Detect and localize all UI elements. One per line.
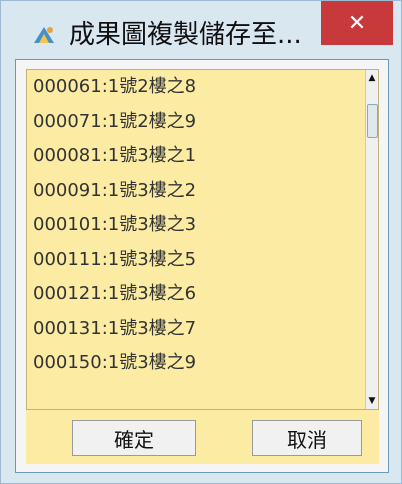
list-item[interactable]: 000101:1號3樓之3 bbox=[27, 208, 367, 243]
app-icon bbox=[31, 23, 57, 49]
list-item[interactable]: 000131:1號3樓之7 bbox=[27, 312, 367, 347]
scroll-up-arrow-icon[interactable]: ▲ bbox=[366, 70, 378, 86]
ok-button[interactable]: 確定 bbox=[72, 420, 196, 456]
dialog-window: 成果圖複製儲存至... ✕ 000061:1號2樓之8 000071:1號2樓之… bbox=[0, 0, 402, 484]
destination-list[interactable]: 000061:1號2樓之8 000071:1號2樓之9 000081:1號3樓之… bbox=[26, 69, 379, 410]
list-items: 000061:1號2樓之8 000071:1號2樓之9 000081:1號3樓之… bbox=[27, 70, 367, 409]
dialog-content: 000061:1號2樓之8 000071:1號2樓之9 000081:1號3樓之… bbox=[15, 59, 389, 473]
close-button[interactable]: ✕ bbox=[321, 1, 393, 45]
list-item[interactable]: 000091:1號3樓之2 bbox=[27, 174, 367, 209]
window-title: 成果圖複製儲存至... bbox=[69, 20, 302, 50]
button-bar: 確定 取消 bbox=[26, 410, 379, 464]
list-item[interactable]: 000111:1號3樓之5 bbox=[27, 243, 367, 278]
list-item[interactable]: 000150:1號3樓之9 bbox=[27, 346, 367, 381]
close-icon: ✕ bbox=[347, 10, 367, 36]
title-bar[interactable]: 成果圖複製儲存至... ✕ bbox=[1, 1, 401, 59]
vertical-scrollbar[interactable]: ▲ ▼ bbox=[365, 70, 378, 409]
list-item[interactable]: 000071:1號2樓之9 bbox=[27, 105, 367, 140]
list-item[interactable]: 000081:1號3樓之1 bbox=[27, 139, 367, 174]
cancel-button[interactable]: 取消 bbox=[252, 420, 362, 456]
scrollbar-thumb[interactable] bbox=[367, 104, 378, 138]
list-item[interactable]: 000121:1號3樓之6 bbox=[27, 277, 367, 312]
list-item[interactable]: 000061:1號2樓之8 bbox=[27, 70, 367, 105]
scroll-down-arrow-icon[interactable]: ▼ bbox=[366, 393, 378, 409]
